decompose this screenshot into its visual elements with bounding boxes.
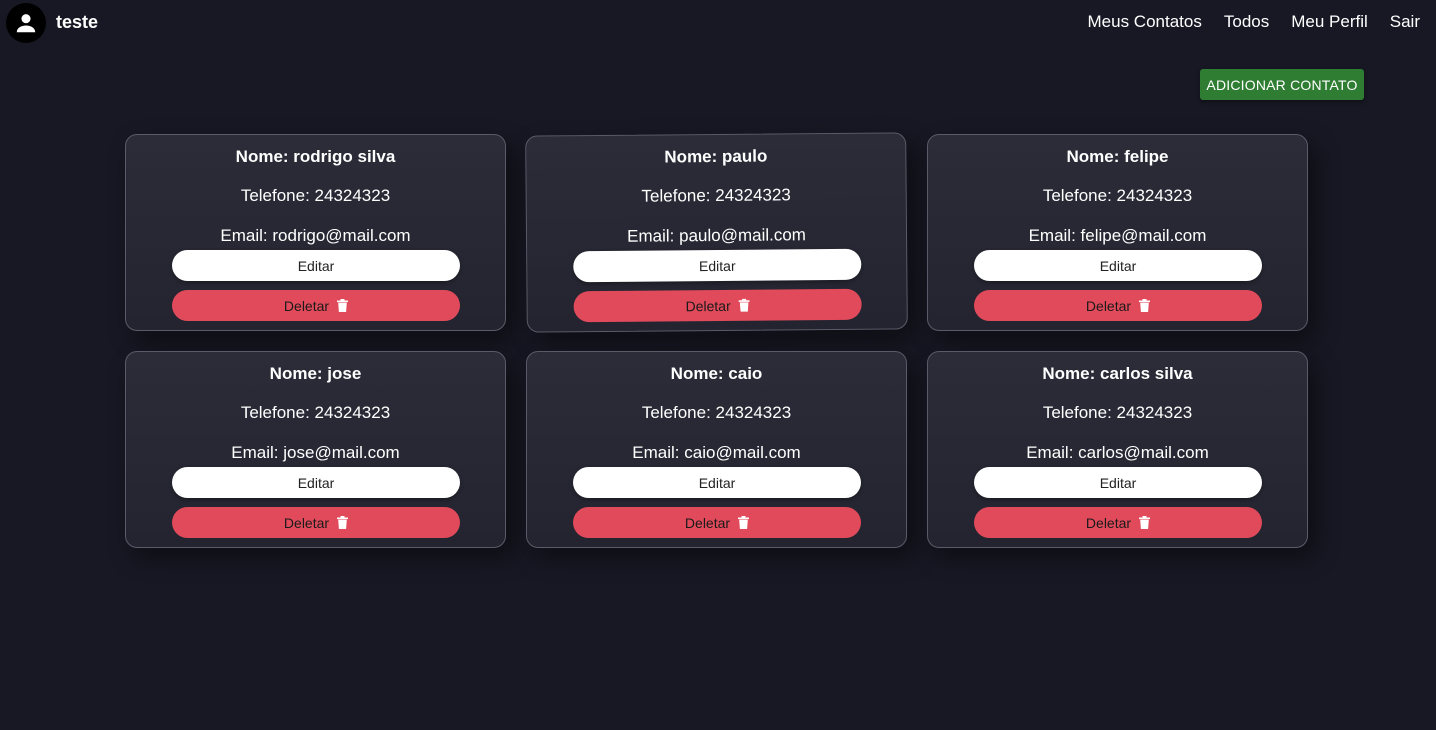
contact-card: Nome: carlos silva Telefone: 24324323 Em… — [927, 351, 1308, 548]
edit-button-label: Editar — [297, 474, 335, 491]
trash-icon — [337, 516, 349, 529]
contact-name: Nome: paulo — [664, 146, 768, 167]
contact-email: Email: jose@mail.com — [231, 443, 400, 462]
contact-name: Nome: caio — [670, 364, 763, 383]
contact-phone: Telefone: 24324323 — [1042, 186, 1193, 205]
nav-todos[interactable]: Todos — [1224, 12, 1269, 32]
nav-meus-contatos[interactable]: Meus Contatos — [1088, 12, 1202, 32]
edit-button-label: Editar — [1099, 474, 1137, 491]
trash-icon — [337, 299, 349, 312]
edit-button[interactable]: Editar — [172, 467, 460, 498]
nav-meu-perfil[interactable]: Meu Perfil — [1291, 12, 1368, 32]
contact-card: Nome: paulo Telefone: 24324323 Email: pa… — [525, 132, 908, 333]
edit-button[interactable]: Editar — [573, 467, 861, 498]
contact-name: Nome: rodrigo silva — [235, 147, 396, 166]
edit-button-label: Editar — [698, 257, 736, 274]
contact-phone: Telefone: 24324323 — [1042, 403, 1193, 422]
delete-button-label: Deletar — [685, 297, 731, 314]
delete-button[interactable]: Deletar — [172, 507, 460, 538]
user-icon[interactable] — [6, 3, 46, 43]
contact-phone: Telefone: 24324323 — [240, 186, 391, 205]
edit-button[interactable]: Editar — [974, 250, 1262, 281]
contact-email: Email: paulo@mail.com — [627, 225, 807, 246]
nav-sair[interactable]: Sair — [1390, 12, 1420, 32]
contact-phone: Telefone: 24324323 — [641, 185, 791, 206]
contact-name: Nome: jose — [269, 364, 362, 383]
delete-button[interactable]: Deletar — [974, 290, 1262, 321]
edit-button-label: Editar — [297, 257, 335, 274]
delete-button-label: Deletar — [283, 514, 330, 531]
contact-card: Nome: rodrigo silva Telefone: 24324323 E… — [125, 134, 506, 331]
edit-button[interactable]: Editar — [172, 250, 460, 281]
trash-icon — [1139, 299, 1151, 312]
delete-button-label: Deletar — [1085, 514, 1132, 531]
contact-card: Nome: jose Telefone: 24324323 Email: jos… — [125, 351, 506, 548]
edit-button[interactable]: Editar — [573, 248, 862, 283]
contacts-grid: Nome: rodrigo silva Telefone: 24324323 E… — [125, 132, 1308, 548]
username: teste — [56, 12, 99, 32]
contact-name: Nome: felipe — [1066, 147, 1169, 166]
contact-email: Email: rodrigo@mail.com — [220, 226, 411, 245]
contact-name: Nome: carlos silva — [1042, 364, 1193, 383]
trash-icon — [1139, 516, 1151, 529]
delete-button-label: Deletar — [1085, 297, 1132, 314]
edit-button-label: Editar — [698, 474, 736, 491]
contact-phone: Telefone: 24324323 — [240, 403, 391, 422]
contact-email: Email: caio@mail.com — [632, 443, 801, 462]
delete-button-label: Deletar — [283, 297, 330, 314]
delete-button[interactable]: Deletar — [974, 507, 1262, 538]
contact-phone: Telefone: 24324323 — [641, 403, 792, 422]
contact-card: Nome: caio Telefone: 24324323 Email: cai… — [526, 351, 907, 548]
edit-button[interactable]: Editar — [974, 467, 1262, 498]
contact-email: Email: felipe@mail.com — [1028, 226, 1207, 245]
main-nav: Meus Contatos Todos Meu Perfil Sair — [1088, 12, 1420, 32]
trash-icon — [738, 516, 750, 529]
contact-email: Email: carlos@mail.com — [1026, 443, 1209, 462]
trash-icon — [738, 298, 750, 312]
delete-button[interactable]: Deletar — [573, 507, 861, 538]
add-contact-button[interactable]: ADICIONAR CONTATO — [1200, 69, 1364, 100]
edit-button-label: Editar — [1099, 257, 1137, 274]
contact-card: Nome: felipe Telefone: 24324323 Email: f… — [927, 134, 1308, 331]
delete-button[interactable]: Deletar — [172, 290, 460, 321]
delete-button-label: Deletar — [684, 514, 731, 531]
top-navbar: teste Meus Contatos Todos Meu Perfil Sai… — [0, 0, 1436, 46]
delete-button[interactable]: Deletar — [573, 288, 862, 323]
